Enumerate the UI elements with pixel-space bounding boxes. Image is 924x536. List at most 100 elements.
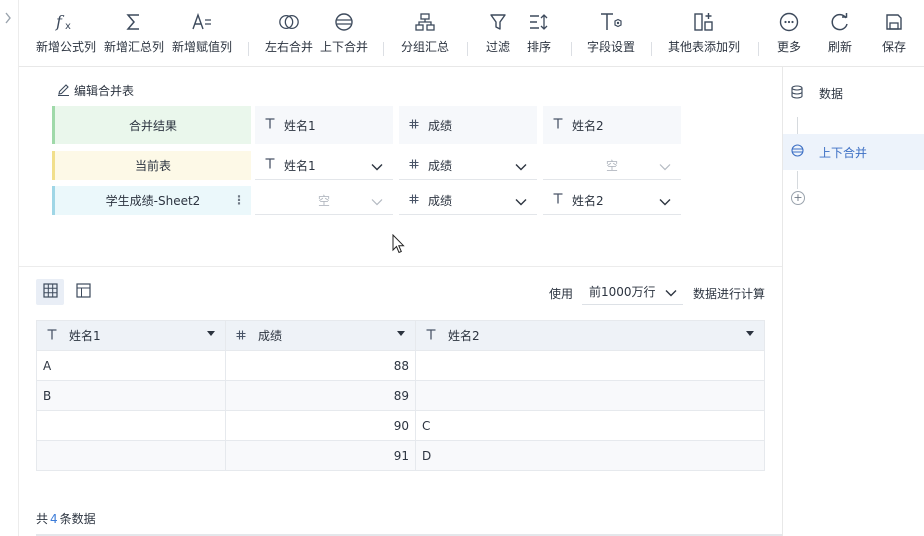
add-assign-column-button[interactable]: 新增赋值列 bbox=[171, 0, 233, 66]
sigma-sum-icon bbox=[123, 11, 145, 33]
save-icon bbox=[883, 11, 905, 33]
layout-view-button[interactable] bbox=[69, 279, 97, 305]
save-button[interactable]: 保存 bbox=[879, 0, 909, 66]
field-select[interactable]: 成绩 bbox=[399, 186, 537, 215]
step-data[interactable]: 数据 bbox=[783, 75, 924, 111]
field-name: 姓名1 bbox=[284, 158, 316, 173]
toolbar-divider bbox=[651, 42, 652, 56]
add-step-button[interactable]: + bbox=[791, 191, 805, 205]
empty-placeholder: 空 bbox=[317, 193, 330, 208]
refresh-button[interactable]: 刷新 bbox=[825, 0, 855, 66]
step-label: 数据 bbox=[819, 86, 844, 101]
field-name: 成绩 bbox=[428, 193, 453, 208]
field-name: 成绩 bbox=[428, 118, 453, 133]
caret-down-icon[interactable] bbox=[746, 331, 754, 336]
source-label-current: 当前表 bbox=[52, 151, 251, 180]
edit-merge-table-link[interactable]: 编辑合并表 bbox=[57, 82, 134, 99]
sort-button[interactable]: 排序 bbox=[522, 0, 556, 66]
caret-down-icon[interactable] bbox=[397, 331, 405, 336]
table-row: A 88 bbox=[36, 350, 765, 381]
more-vertical-icon[interactable]: ⋮ bbox=[233, 193, 245, 207]
table-cell bbox=[415, 380, 765, 411]
left-collapse-strip[interactable] bbox=[0, 0, 19, 536]
text-type-icon bbox=[553, 118, 563, 132]
number-type-icon bbox=[409, 118, 419, 132]
table-cell: A bbox=[36, 350, 226, 381]
source-name: 当前表 bbox=[134, 159, 171, 173]
text-type-icon bbox=[265, 158, 275, 172]
empty-placeholder: 空 bbox=[605, 158, 618, 173]
formula-fx-icon: fx bbox=[55, 11, 77, 33]
field-settings-button[interactable]: 字段设置 bbox=[585, 0, 637, 66]
more-button[interactable]: 更多 bbox=[774, 0, 804, 66]
pencil-icon bbox=[57, 83, 70, 99]
edit-merge-table-label: 编辑合并表 bbox=[74, 84, 135, 98]
top-bottom-merge-button[interactable]: 上下合并 bbox=[319, 0, 369, 66]
source-label-other: 学生成绩-Sheet2 ⋮ bbox=[52, 186, 251, 215]
table-cell: B bbox=[36, 380, 226, 411]
field-name: 姓名2 bbox=[572, 118, 604, 133]
toolbar-label: 左右合并 bbox=[264, 40, 313, 54]
caret-down-icon[interactable] bbox=[207, 331, 215, 336]
toolbar: fx 新增公式列 新增汇总列 新增赋值列 左右合并 上下合并 分组汇总 过滤 排… bbox=[19, 0, 924, 67]
field-select[interactable]: 姓名1 bbox=[255, 151, 393, 180]
table-cell bbox=[36, 440, 226, 471]
column-header[interactable]: 姓名1 bbox=[36, 320, 226, 351]
total-suffix: 条数据 bbox=[59, 512, 96, 526]
toolbar-label: 刷新 bbox=[827, 40, 852, 54]
section-divider bbox=[19, 266, 782, 267]
toolbar-label: 字段设置 bbox=[586, 40, 635, 54]
group-tree-icon bbox=[414, 11, 436, 33]
field-select[interactable]: 空 bbox=[543, 151, 681, 180]
layout-panel-icon bbox=[75, 283, 91, 301]
toolbar-divider bbox=[467, 42, 468, 56]
chevron-down-icon bbox=[515, 160, 527, 171]
add-summary-column-button[interactable]: 新增汇总列 bbox=[103, 0, 165, 66]
steps-panel: 数据 上下合并 + bbox=[782, 67, 924, 536]
toolbar-label: 其他表添加列 bbox=[667, 40, 740, 54]
step-top-bottom-merge[interactable]: 上下合并 bbox=[783, 134, 924, 170]
left-right-merge-button[interactable]: 左右合并 bbox=[264, 0, 314, 66]
app: fx 新增公式列 新增汇总列 新增赋值列 左右合并 上下合并 分组汇总 过滤 排… bbox=[0, 0, 924, 536]
field-select[interactable]: 姓名2 bbox=[543, 186, 681, 215]
total-prefix: 共 bbox=[36, 512, 49, 526]
total-count: 4 bbox=[50, 512, 58, 526]
database-icon bbox=[791, 84, 805, 102]
table-row: 90 C bbox=[36, 410, 765, 441]
filter-button[interactable]: 过滤 bbox=[481, 0, 515, 66]
union-stack-icon bbox=[333, 11, 355, 33]
row-count-summary: 共 4 条数据 bbox=[36, 510, 96, 527]
toolbar-label: 新增汇总列 bbox=[103, 40, 164, 54]
result-field-cell: 姓名2 bbox=[543, 106, 681, 144]
field-name: 姓名1 bbox=[284, 118, 316, 133]
table-cell bbox=[415, 350, 765, 381]
column-header[interactable]: 姓名2 bbox=[415, 320, 765, 351]
number-type-icon bbox=[236, 329, 248, 343]
table-header-row: 姓名1 成绩 姓名2 bbox=[36, 320, 765, 351]
source-name: 合并结果 bbox=[128, 118, 177, 133]
step-connector bbox=[797, 171, 798, 189]
chevron-right-icon[interactable] bbox=[4, 12, 14, 24]
table-cell: 90 bbox=[225, 410, 416, 441]
toolbar-label: 排序 bbox=[526, 40, 551, 54]
column-label: 姓名1 bbox=[69, 329, 101, 343]
toolbar-divider bbox=[758, 42, 759, 56]
table-cell: 91 bbox=[225, 440, 416, 471]
table-row: 91 D bbox=[36, 440, 765, 471]
field-select[interactable]: 空 bbox=[255, 186, 393, 215]
table-row: B 89 bbox=[36, 380, 765, 411]
column-label: 姓名2 bbox=[448, 329, 480, 343]
add-column-icon bbox=[693, 11, 715, 33]
text-type-icon bbox=[47, 329, 59, 343]
step-label: 上下合并 bbox=[819, 145, 868, 160]
other-table-add-column-button[interactable]: 其他表添加列 bbox=[665, 0, 743, 66]
add-formula-column-button[interactable]: fx 新增公式列 bbox=[35, 0, 97, 66]
column-header[interactable]: 成绩 bbox=[225, 320, 416, 351]
group-summary-button[interactable]: 分组汇总 bbox=[400, 0, 450, 66]
number-type-icon bbox=[409, 158, 419, 172]
grid-view-button[interactable] bbox=[36, 279, 64, 305]
field-select[interactable]: 成绩 bbox=[399, 151, 537, 180]
toolbar-label: 分组汇总 bbox=[400, 40, 449, 54]
chevron-down-icon bbox=[659, 195, 671, 206]
row-limit-select[interactable]: 前1000万行 bbox=[582, 279, 683, 305]
